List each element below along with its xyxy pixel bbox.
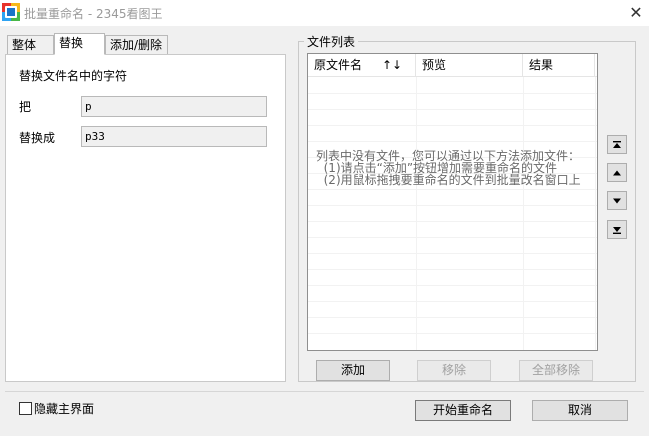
- footer-divider: [5, 391, 644, 392]
- grid-divider: [308, 205, 597, 206]
- grid-divider: [308, 189, 597, 190]
- replace-text-input[interactable]: p33: [81, 126, 267, 147]
- hide-main-window-checkbox[interactable]: [19, 402, 32, 415]
- grid-divider: [416, 77, 417, 350]
- grid-divider: [308, 125, 597, 126]
- remove-file-button[interactable]: 移除: [417, 360, 491, 381]
- file-list[interactable]: 原文件名 ↑↓ 预览 结果 列表中没有文件，您可以通过以下方法添加文件： (1)…: [307, 53, 598, 351]
- remove-all-button[interactable]: 全部移除: [519, 360, 593, 381]
- grid-divider: [308, 301, 597, 302]
- cancel-button[interactable]: 取消: [532, 400, 628, 421]
- move-to-top-button[interactable]: [607, 135, 627, 154]
- close-icon[interactable]: ✕: [626, 3, 646, 23]
- tab-add-delete[interactable]: 添加/删除: [105, 35, 168, 55]
- move-to-bottom-icon: [613, 227, 621, 234]
- find-text-input[interactable]: p: [81, 96, 267, 117]
- move-up-button[interactable]: [607, 163, 627, 182]
- grid-divider: [308, 269, 597, 270]
- file-list-group-title: 文件列表: [304, 33, 359, 50]
- grid-divider: [308, 141, 597, 142]
- grid-divider: [595, 77, 596, 350]
- hide-main-window-label[interactable]: 隐藏主界面: [34, 400, 94, 417]
- column-result[interactable]: 结果: [523, 54, 595, 77]
- app-logo-icon: [2, 3, 20, 21]
- move-up-icon: [613, 170, 621, 176]
- move-to-top-icon: [613, 141, 621, 148]
- tab-overall[interactable]: 整体: [7, 35, 54, 55]
- grid-divider: [523, 77, 524, 350]
- sort-arrows-icon: ↑↓: [382, 58, 403, 72]
- grid-divider: [308, 285, 597, 286]
- grid-divider: [308, 237, 597, 238]
- replace-panel-heading: 替换文件名中的字符: [19, 69, 128, 83]
- window-title: 批量重命名 - 2345看图王: [24, 7, 163, 21]
- move-down-icon: [613, 198, 621, 204]
- empty-list-message: 列表中没有文件，您可以通过以下方法添加文件： (1)请点击“添加”按钮增加需要重…: [316, 149, 581, 187]
- grid-divider: [308, 333, 597, 334]
- start-rename-button[interactable]: 开始重命名: [415, 400, 511, 421]
- find-label: 把: [19, 100, 32, 114]
- grid-divider: [308, 93, 597, 94]
- move-down-button[interactable]: [607, 191, 627, 210]
- list-header: 原文件名 ↑↓ 预览 结果: [308, 54, 597, 77]
- column-preview[interactable]: 预览: [416, 54, 523, 77]
- move-to-bottom-button[interactable]: [607, 220, 627, 239]
- replace-with-label: 替换成: [19, 131, 56, 145]
- grid-divider: [308, 253, 597, 254]
- grid-divider: [308, 221, 597, 222]
- grid-divider: [308, 317, 597, 318]
- add-files-button[interactable]: 添加: [316, 360, 390, 381]
- grid-divider: [308, 109, 597, 110]
- tab-replace[interactable]: 替换: [54, 33, 105, 55]
